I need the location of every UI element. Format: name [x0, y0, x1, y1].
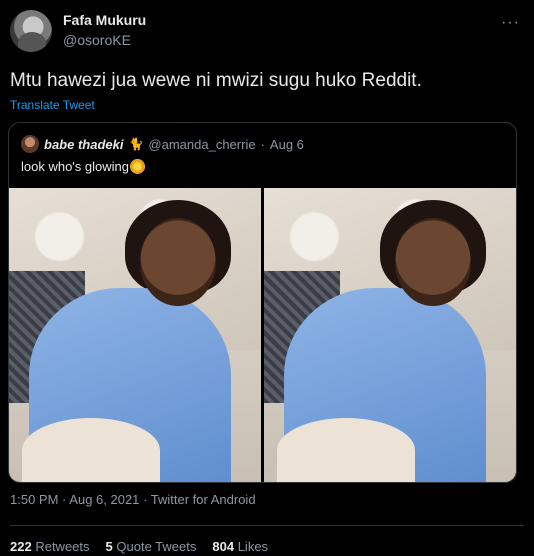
- quote-tweets-stat[interactable]: 5 Quote Tweets: [106, 539, 197, 554]
- photo-lap: [276, 418, 416, 482]
- quoted-avatar: [21, 135, 39, 153]
- likes-label: Likes: [237, 539, 269, 554]
- photo-face: [140, 217, 216, 306]
- quote-tweets-label: Quote Tweets: [116, 539, 197, 554]
- translate-link[interactable]: Translate Tweet: [10, 98, 95, 112]
- quoted-text: look who's glowing: [21, 159, 144, 174]
- more-icon[interactable]: ···: [501, 14, 520, 32]
- likes-count: 804: [212, 539, 235, 554]
- sun-icon: [131, 160, 144, 173]
- quoted-name: babe thadeki: [44, 136, 124, 152]
- divider: [10, 525, 524, 526]
- quoted-handle: @amanda_cherrie: [148, 136, 256, 152]
- author-name[interactable]: Fafa Mukuru: [63, 12, 146, 28]
- quoted-tweet[interactable]: babe thadeki 🐈 @amanda_cherrie · Aug 6 l…: [8, 122, 517, 483]
- tweet: Fafa Mukuru @osoroKE ··· Mtu hawezi jua …: [0, 0, 534, 556]
- tweet-text: Mtu hawezi jua wewe ni mwizi sugu huko R…: [10, 70, 422, 91]
- quoted-header: babe thadeki 🐈 @amanda_cherrie · Aug 6: [21, 135, 304, 153]
- quoted-text-content: look who's glowing: [21, 159, 129, 174]
- author-avatar[interactable]: [10, 10, 52, 52]
- cat-emoji-icon: 🐈: [128, 137, 144, 151]
- tweet-meta: 1:50 PM · Aug 6, 2021 · Twitter for Andr…: [10, 492, 256, 507]
- photo-right[interactable]: [264, 188, 516, 482]
- separator: ·: [143, 492, 148, 507]
- tweet-header: Fafa Mukuru @osoroKE ···: [10, 10, 524, 54]
- tweet-time[interactable]: 1:50 PM: [10, 492, 58, 507]
- likes-stat[interactable]: 804 Likes: [212, 539, 268, 554]
- photo-lap: [21, 418, 161, 482]
- author-handle[interactable]: @osoroKE: [63, 32, 131, 48]
- separator: ·: [62, 492, 67, 507]
- quoted-photos: [9, 188, 516, 482]
- tweet-source[interactable]: Twitter for Android: [151, 492, 256, 507]
- tweet-stats: 222 Retweets 5 Quote Tweets 804 Likes: [10, 539, 268, 554]
- retweets-count: 222: [10, 539, 32, 554]
- quote-tweets-count: 5: [105, 539, 113, 554]
- separator: ·: [260, 136, 265, 152]
- quoted-date: Aug 6: [269, 136, 304, 152]
- retweets-stat[interactable]: 222 Retweets: [10, 539, 90, 554]
- photo-left[interactable]: [9, 188, 261, 482]
- tweet-date[interactable]: Aug 6, 2021: [69, 492, 139, 507]
- retweets-label: Retweets: [35, 539, 90, 554]
- photo-face: [395, 217, 471, 306]
